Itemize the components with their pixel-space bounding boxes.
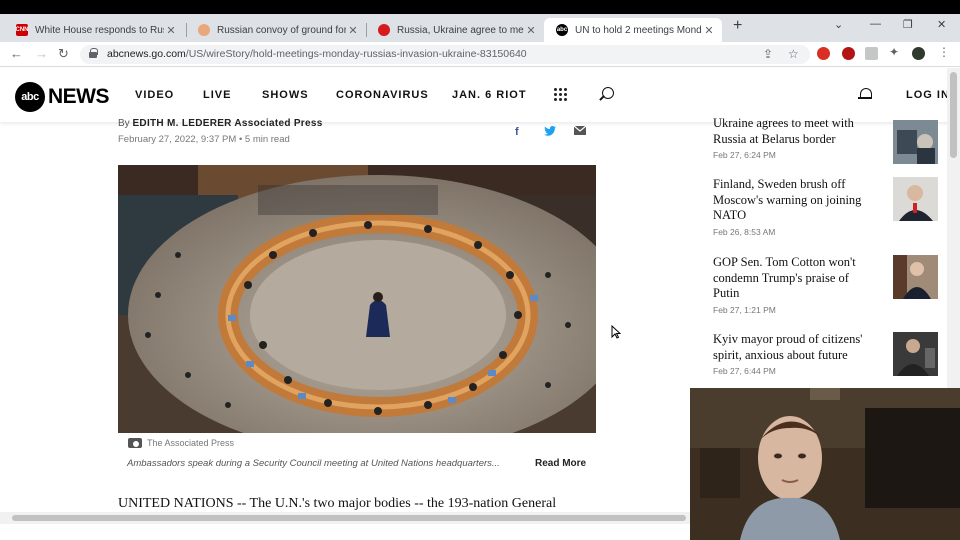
nav-live[interactable]: LIVE <box>203 89 231 101</box>
newsource-icon <box>198 24 210 36</box>
back-icon[interactable]: ← <box>10 46 23 61</box>
restore-icon[interactable]: ❐ <box>903 18 913 31</box>
cnn-icon: CNN <box>16 24 29 36</box>
security-council-photo <box>118 165 596 433</box>
twitter-share-icon[interactable] <box>544 126 556 139</box>
photo-caption: Ambassadors speak during a Security Coun… <box>127 458 500 469</box>
story-thumbnail[interactable] <box>893 332 938 376</box>
minimize-icon[interactable]: — <box>870 18 881 30</box>
read-time: • 5 min read <box>238 134 290 145</box>
nav-video[interactable]: VIDEO <box>135 89 174 101</box>
site-header: abc NEWS VIDEO LIVE SHOWS CORONAVIRUS JA… <box>0 68 960 122</box>
close-icon[interactable]: ✕ <box>346 24 360 37</box>
nav-shows[interactable]: SHOWS <box>262 89 309 101</box>
tab-russia-ukraine[interactable]: Russia, Ukraine agree to meet at ✕ <box>366 18 544 42</box>
login-link[interactable]: LOG IN <box>906 89 950 101</box>
story-time: Feb 27, 1:21 PM <box>713 304 776 315</box>
vertical-scroll-thumb[interactable] <box>950 72 957 158</box>
byline-prefix: By <box>118 118 130 129</box>
extension-adblock-icon[interactable] <box>817 47 830 60</box>
byline: By EDITH M. LEDERER Associated Press <box>118 118 323 129</box>
share-icon[interactable]: ⇪ <box>763 47 773 61</box>
nav-jan6-riot[interactable]: JAN. 6 RIOT <box>452 89 527 101</box>
story-title[interactable]: Ukraine agrees to meet with Russia at Be… <box>713 116 873 147</box>
horizontal-scroll-thumb[interactable] <box>12 515 686 521</box>
article-photo[interactable] <box>118 165 596 433</box>
news-logo-text[interactable]: NEWS <box>48 85 110 109</box>
tab-russian-convoy[interactable]: Russian convoy of ground forces ✕ <box>186 18 366 42</box>
close-icon[interactable]: ✕ <box>702 24 716 37</box>
more-menu-grid-icon[interactable] <box>554 88 567 101</box>
profile-avatar[interactable] <box>912 47 925 60</box>
browser-menu-icon[interactable]: ⋮ <box>938 45 951 59</box>
story-time: Feb 26, 8:53 AM <box>713 226 776 237</box>
abc-logo[interactable]: abc <box>15 82 45 112</box>
webcam-overlay <box>690 388 960 540</box>
sidebar-story-tom-cotton[interactable]: GOP Sen. Tom Cotton won't condemn Trump'… <box>713 255 943 315</box>
lock-icon <box>89 48 98 58</box>
story-thumbnail[interactable] <box>893 177 938 221</box>
tab-title: Russia, Ukraine agree to meet at <box>397 24 524 36</box>
sidebar-story-ukraine-belarus[interactable]: Ukraine agrees to meet with Russia at Be… <box>713 116 943 164</box>
publish-date: February 27, 2022, 9:37 PM <box>118 134 237 145</box>
new-tab-button[interactable]: + <box>733 17 742 35</box>
email-share-icon[interactable] <box>573 125 587 138</box>
sidebar-story-kyiv-mayor[interactable]: Kyiv mayor proud of citizens' spirit, an… <box>713 332 943 376</box>
cbc-icon <box>378 24 390 36</box>
url-host: abcnews.go.com <box>107 48 186 60</box>
story-title[interactable]: Finland, Sweden brush off Moscow's warni… <box>713 177 873 224</box>
tab-search-icon[interactable]: ⌄ <box>834 18 843 31</box>
search-icon[interactable] <box>602 87 614 99</box>
author-name[interactable]: EDITH M. LEDERER Associated Press <box>132 118 322 129</box>
horizontal-scrollbar[interactable] <box>0 512 690 524</box>
tab-title: Russian convoy of ground forces <box>217 24 346 36</box>
vertical-scrollbar[interactable] <box>947 68 960 390</box>
abc-icon: abc <box>556 24 568 36</box>
screen-top-strip <box>0 0 960 14</box>
url-text: abcnews.go.com/US/wireStory/hold-meeting… <box>107 48 527 60</box>
read-more-link[interactable]: Read More <box>535 458 586 469</box>
bookmark-star-icon[interactable]: ☆ <box>788 47 799 61</box>
browser-tab-bar: CNN White House responds to Russia ✕ Rus… <box>0 14 960 42</box>
article-dateline: February 27, 2022, 9:37 PM • 5 min read <box>118 134 290 145</box>
close-icon[interactable]: ✕ <box>524 24 538 37</box>
tab-white-house[interactable]: CNN White House responds to Russia ✕ <box>4 18 184 42</box>
photo-credit: The Associated Press <box>128 438 234 448</box>
sidebar-story-finland-sweden[interactable]: Finland, Sweden brush off Moscow's warni… <box>713 177 943 237</box>
notifications-bell-icon[interactable] <box>858 87 872 101</box>
page-bottom-strip <box>0 524 690 540</box>
nav-coronavirus[interactable]: CORONAVIRUS <box>336 89 429 101</box>
tab-un-meetings[interactable]: abc UN to hold 2 meetings Monday ✕ <box>544 18 722 42</box>
webcam-feed <box>690 388 960 540</box>
story-title[interactable]: Kyiv mayor proud of citizens' spirit, an… <box>713 332 873 363</box>
photo-credit-text: The Associated Press <box>147 438 235 448</box>
extension-red-icon[interactable] <box>842 47 855 60</box>
article-body-first-line: UNITED NATIONS -- The U.N.'s two major b… <box>118 496 557 511</box>
url-field[interactable]: abcnews.go.com/US/wireStory/hold-meeting… <box>80 45 810 64</box>
story-thumbnail[interactable] <box>893 120 938 164</box>
story-thumbnail[interactable] <box>893 255 938 299</box>
window-close-icon[interactable]: ✕ <box>937 18 946 31</box>
facebook-share-icon[interactable]: f <box>515 126 519 138</box>
forward-icon[interactable]: → <box>35 46 48 61</box>
tab-title: White House responds to Russia <box>35 24 164 36</box>
address-bar: ← → ↻ abcnews.go.com/US/wireStory/hold-m… <box>0 42 960 67</box>
mouse-cursor-icon <box>611 325 621 339</box>
reload-icon[interactable]: ↻ <box>58 46 69 62</box>
close-icon[interactable]: ✕ <box>164 24 178 37</box>
camera-icon <box>128 438 142 448</box>
url-path: /US/wireStory/hold-meetings-monday-russi… <box>185 48 527 60</box>
tab-title: UN to hold 2 meetings Monday <box>575 24 702 36</box>
extension-grey-icon[interactable] <box>865 47 878 60</box>
story-title[interactable]: GOP Sen. Tom Cotton won't condemn Trump'… <box>713 255 873 302</box>
extensions-puzzle-icon[interactable]: ✦ <box>889 45 902 59</box>
